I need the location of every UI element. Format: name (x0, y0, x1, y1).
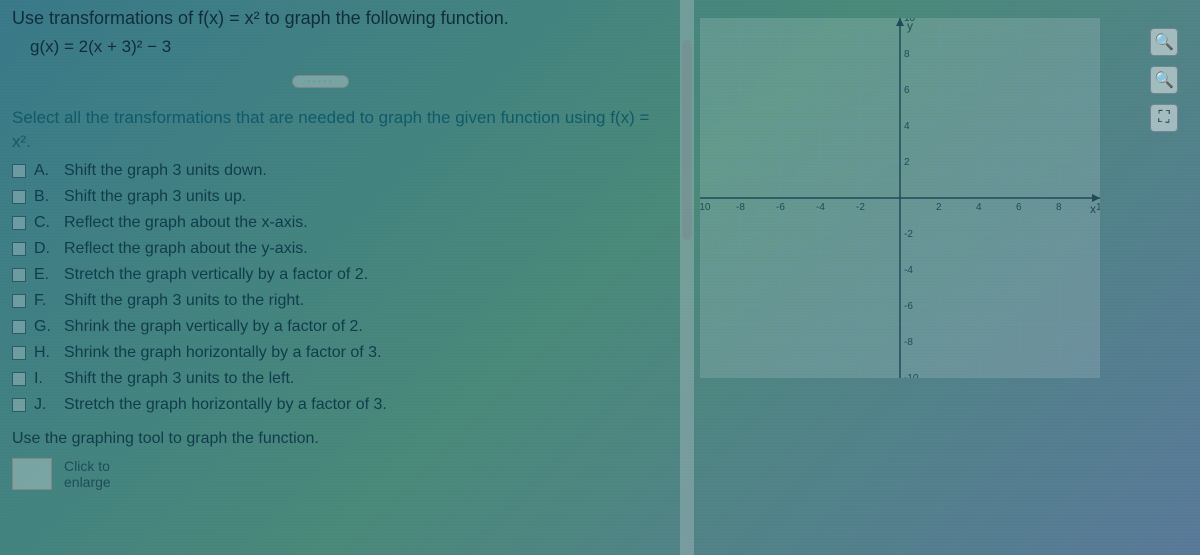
y-tick-label: 2 (904, 157, 910, 168)
graph-panel: x y -10-8-6-4-2246810108642-2-4-6-8-10 🔍… (700, 18, 1140, 398)
scrollbar-vertical[interactable] (680, 0, 694, 555)
y-tick-label: 4 (904, 121, 910, 132)
option-h[interactable]: H.Shrink the graph horizontally by a fac… (12, 342, 668, 364)
equation: g(x) = 2(x + 3)² − 3 (30, 37, 668, 57)
option-a[interactable]: A.Shift the graph 3 units down. (12, 160, 668, 182)
x-tick-label: 2 (936, 202, 942, 213)
x-tick-label: -8 (736, 202, 745, 213)
question-prompt: Use transformations of f(x) = x² to grap… (12, 8, 668, 29)
option-d[interactable]: D.Reflect the graph about the y-axis. (12, 238, 668, 260)
expand-icon: ⛶ (1158, 109, 1169, 127)
x-tick-label: -10 (700, 202, 711, 213)
checkbox-icon[interactable] (12, 320, 26, 334)
arrow-right-icon (1092, 194, 1100, 202)
checkbox-icon[interactable] (12, 190, 26, 204)
checkbox-icon[interactable] (12, 398, 26, 412)
checkbox-icon[interactable] (12, 216, 26, 230)
checkbox-icon[interactable] (12, 268, 26, 282)
x-tick-label: 4 (976, 202, 982, 213)
option-g[interactable]: G.Shrink the graph vertically by a facto… (12, 316, 668, 338)
option-f[interactable]: F.Shift the graph 3 units to the right. (12, 290, 668, 312)
graph-thumbnail-icon (12, 458, 52, 490)
enlarge-label: Click to enlarge (64, 458, 111, 492)
enlarge-button[interactable]: Click to enlarge (12, 458, 668, 492)
scrollbar-thumb[interactable] (682, 40, 692, 240)
option-j[interactable]: J.Stretch the graph horizontally by a fa… (12, 394, 668, 416)
question-panel: Use transformations of f(x) = x² to grap… (0, 0, 680, 499)
checkbox-icon[interactable] (12, 242, 26, 256)
zoom-in-button[interactable]: 🔍 (1150, 28, 1178, 56)
drag-handle-icon[interactable]: ····· (292, 75, 349, 88)
checkbox-icon[interactable] (12, 164, 26, 178)
instruction-text: Select all the transformations that are … (12, 106, 668, 154)
y-tick-label: 10 (904, 18, 916, 24)
graph-toolbar: 🔍 🔍 ⛶ (1150, 28, 1180, 132)
x-tick-label: 8 (1056, 202, 1062, 213)
option-b[interactable]: B.Shift the graph 3 units up. (12, 186, 668, 208)
x-tick-label: -4 (816, 202, 825, 213)
y-tick-label: -10 (904, 373, 919, 378)
checkbox-icon[interactable] (12, 372, 26, 386)
y-tick-label: -4 (904, 265, 913, 276)
y-tick-label: 8 (904, 49, 910, 60)
zoom-in-icon: 🔍 (1154, 32, 1174, 52)
expand-button[interactable]: ⛶ (1150, 104, 1178, 132)
y-tick-label: -2 (904, 229, 913, 240)
footer-instruction: Use the graphing tool to graph the funct… (12, 430, 668, 448)
x-tick-label: -2 (856, 202, 865, 213)
checkbox-icon[interactable] (12, 346, 26, 360)
option-e[interactable]: E.Stretch the graph vertically by a fact… (12, 264, 668, 286)
y-tick-label: -6 (904, 301, 913, 312)
x-tick-label: 6 (1016, 202, 1022, 213)
option-i[interactable]: I.Shift the graph 3 units to the left. (12, 368, 668, 390)
zoom-out-icon: 🔍 (1154, 70, 1174, 90)
y-tick-label: 6 (904, 85, 910, 96)
y-tick-label: -8 (904, 337, 913, 348)
x-tick-label: -6 (776, 202, 785, 213)
zoom-out-button[interactable]: 🔍 (1150, 66, 1178, 94)
coordinate-plane[interactable]: x y -10-8-6-4-2246810108642-2-4-6-8-10 (700, 18, 1100, 378)
checkbox-icon[interactable] (12, 294, 26, 308)
x-tick-label: 10 (1096, 202, 1100, 213)
option-c[interactable]: C.Reflect the graph about the x-axis. (12, 212, 668, 234)
options-list: A.Shift the graph 3 units down. B.Shift … (12, 160, 668, 416)
arrow-up-icon (896, 18, 904, 26)
